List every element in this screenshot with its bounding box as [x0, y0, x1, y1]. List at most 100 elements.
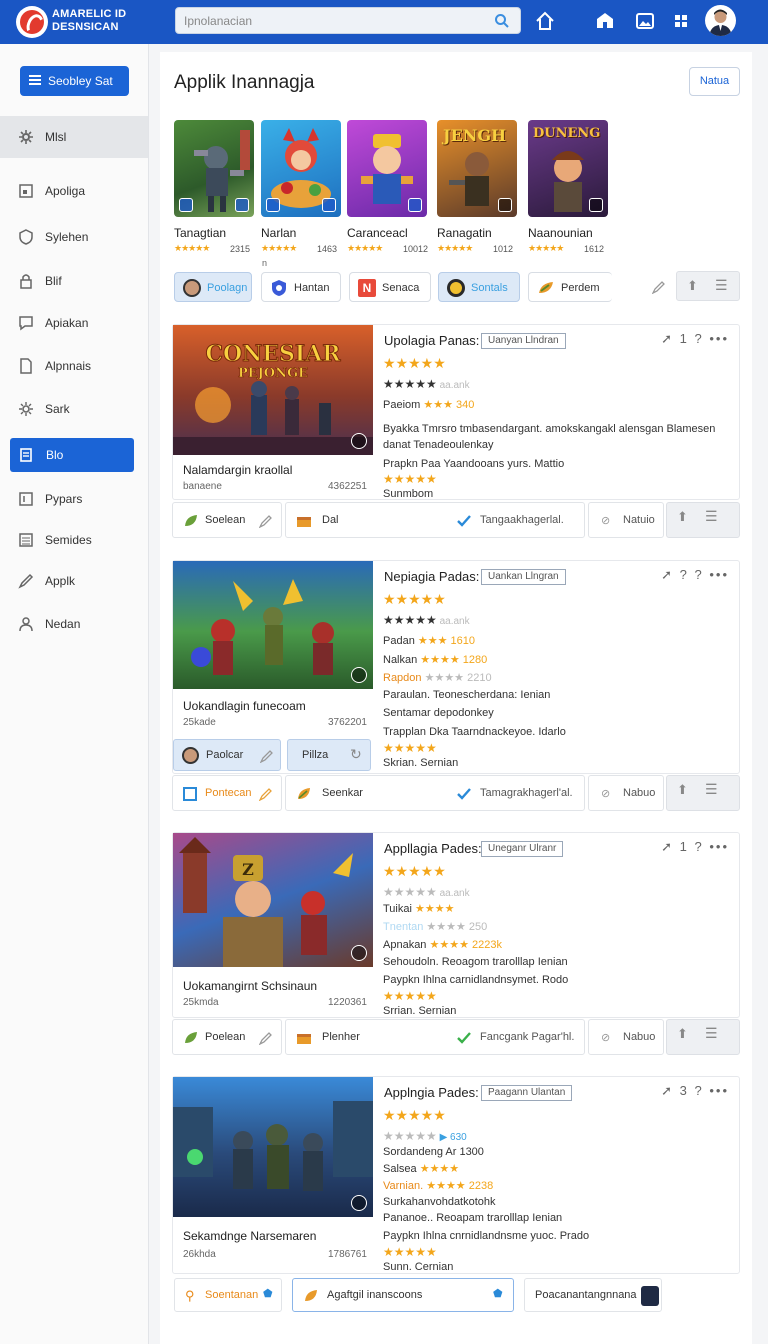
- card-footnote: Skrian. Sernian: [383, 757, 459, 769]
- play-icon[interactable]: [351, 433, 367, 449]
- featured-thumbnail[interactable]: [174, 120, 254, 217]
- sidebar-item-nedan[interactable]: Nedan: [0, 603, 148, 645]
- pencil-icon[interactable]: [259, 787, 273, 801]
- chip-senaca[interactable]: N Senaca: [349, 272, 431, 302]
- grid-icon[interactable]: [670, 10, 692, 32]
- card-actions[interactable]: ➚ 3 ? •••: [661, 1083, 729, 1099]
- app-card[interactable]: Uokandlagin funecoam 25kade 3762201 Paol…: [172, 560, 740, 774]
- card-line: ★★★★★ aa.ank: [383, 613, 470, 627]
- sidebar-item-alpnnais[interactable]: Alpnnais: [0, 345, 148, 387]
- sidebar-item-label: Sylehen: [45, 230, 89, 244]
- card-tag[interactable]: Uanyan Llndran: [481, 333, 566, 349]
- search-input[interactable]: Ipnolanacian: [175, 7, 521, 34]
- sidebar-item-blo[interactable]: Blo: [10, 438, 134, 472]
- card-description: Paypkn Ihlna cnrnidlandnsme yuoc. Prado: [383, 1230, 590, 1242]
- sidebar-item-pypars[interactable]: Pypars: [0, 478, 148, 520]
- search-icon: ⚲: [185, 1288, 195, 1303]
- chip-perdem[interactable]: Perdem: [528, 272, 612, 302]
- featured-app[interactable]: Tanagtian ★★★★★ 2315: [174, 120, 254, 254]
- action-nabuo[interactable]: ⊘ Nabuo: [588, 775, 664, 811]
- card-actions[interactable]: ➚ ? ? •••: [661, 567, 729, 583]
- pencil-icon[interactable]: [259, 514, 273, 528]
- action-poelean[interactable]: Poelean: [172, 1019, 282, 1055]
- action-plenher[interactable]: Plenher Fancgank Pagar'hl.: [285, 1019, 585, 1055]
- sidebar-item-sark[interactable]: Sark: [0, 388, 148, 430]
- card-line-text: ★★★★ 250: [426, 921, 488, 933]
- sidebar-item-mlsl[interactable]: Mlsl: [0, 116, 148, 158]
- store-icon[interactable]: [594, 10, 616, 32]
- action-poacanan[interactable]: Poacanantangnnana: [524, 1278, 662, 1312]
- card-rating: ★★★★★: [383, 863, 446, 879]
- card-line: Salsea ★★★★: [383, 1162, 459, 1175]
- chip-pillza[interactable]: Pillza ↻: [287, 739, 371, 771]
- app-card[interactable]: CONESIAR PEJONGE Nalamdargin kraollal ban…: [172, 324, 740, 500]
- search-icon[interactable]: [494, 13, 510, 29]
- chip-sontals[interactable]: Sontals: [438, 272, 520, 302]
- play-icon[interactable]: [351, 667, 367, 683]
- card-options-buttons[interactable]: [666, 502, 740, 538]
- card-line: Rapdon ★★★★ 2210: [383, 671, 492, 684]
- action-text: Fancgank Pagar'hl.: [480, 1031, 575, 1043]
- featured-thumbnail[interactable]: [347, 120, 427, 217]
- card-actions[interactable]: ➚ 1 ? •••: [661, 331, 729, 347]
- featured-thumbnail[interactable]: DUNENG: [528, 120, 608, 217]
- chip-poolagn[interactable]: Poolagn: [174, 272, 252, 302]
- action-pontecan[interactable]: Pontecan: [172, 775, 282, 811]
- featured-app[interactable]: Caranceacl ★★★★★ 10012: [347, 120, 428, 254]
- sidebar-item-sylehen[interactable]: Sylehen: [0, 216, 148, 258]
- sidebar-item-blif[interactable]: Blif: [0, 260, 148, 302]
- app-card[interactable]: Sekamdnge Narsemaren 26khda 1786761 Appl…: [172, 1076, 740, 1274]
- card-image[interactable]: [173, 1077, 373, 1217]
- avatar[interactable]: [705, 5, 736, 36]
- top-action-button[interactable]: Natua: [689, 67, 740, 96]
- card-tag[interactable]: Paagann Ulantan: [481, 1085, 573, 1101]
- home-icon[interactable]: [534, 10, 556, 32]
- refresh-icon[interactable]: ↻: [350, 746, 362, 763]
- pencil-icon[interactable]: [260, 749, 274, 763]
- app-logo[interactable]: [16, 6, 48, 38]
- action-dal[interactable]: Dal Tangaakhagerlal.: [285, 502, 585, 538]
- action-seenkar[interactable]: Seenkar Tamagrakhagerl'al.: [285, 775, 585, 811]
- lock-icon: [20, 274, 32, 289]
- card-line-prefix: Varnian.: [383, 1180, 427, 1192]
- card-line-text: ★★★★ 2238: [426, 1180, 494, 1192]
- card-tag[interactable]: Uneganr Ulranr: [481, 841, 564, 857]
- action-soentanan[interactable]: ⚲ Soentanan ⬟: [174, 1278, 282, 1312]
- play-icon[interactable]: [351, 945, 367, 961]
- chip-paolcar[interactable]: Paolcar: [173, 739, 281, 771]
- pencil-icon[interactable]: [652, 280, 666, 294]
- card-actions[interactable]: ➚ 1 ? •••: [661, 839, 729, 855]
- card-image[interactable]: Z: [173, 833, 373, 967]
- featured-app[interactable]: DUNENG Naanounian ★★★★★ 1612: [528, 120, 608, 254]
- card-line-text: aa.ank: [436, 888, 470, 899]
- action-soelean[interactable]: Soelean: [172, 502, 282, 538]
- play-icon[interactable]: [351, 1195, 367, 1211]
- card-options-buttons[interactable]: [666, 1019, 740, 1055]
- card-line-text: ★★★★: [415, 903, 455, 915]
- card-options-buttons[interactable]: [666, 775, 740, 811]
- sidebar-item-apoliga[interactable]: Apoliga: [0, 170, 148, 212]
- card-tag[interactable]: Uankan Llngran: [481, 569, 566, 585]
- featured-app[interactable]: Narlan ★★★★★ 1463: [261, 120, 341, 254]
- platform-badge: [408, 198, 422, 212]
- featured-thumbnail[interactable]: JENGH: [437, 120, 517, 217]
- coin-icon: [447, 279, 465, 297]
- sidebar-item-semides[interactable]: Semides: [0, 519, 148, 561]
- featured-app[interactable]: JENGH Ranagatin ★★★★★ 1012: [437, 120, 517, 254]
- action-nabuo[interactable]: ⊘ Nabuo: [588, 1019, 664, 1055]
- action-agaftgil[interactable]: Agaftgil inanscoons ⬟: [292, 1278, 514, 1312]
- app-card[interactable]: Z Uokamangirnt Schsinaun 25kmda 1220361 …: [172, 832, 740, 1018]
- chip-hantan[interactable]: Hantan: [261, 272, 341, 302]
- action-natuio[interactable]: ⊘ Natuio: [588, 502, 664, 538]
- image-icon[interactable]: [634, 10, 656, 32]
- card-image[interactable]: CONESIAR PEJONGE: [173, 325, 373, 455]
- sidebar-item-apiakan[interactable]: Apiakan: [0, 302, 148, 344]
- featured-thumbnail[interactable]: [261, 120, 341, 217]
- sidebar-primary-button[interactable]: Seobley Sat: [20, 66, 129, 96]
- card-line: Padan ★★★ 1610: [383, 634, 475, 647]
- pencil-icon[interactable]: [259, 1031, 273, 1045]
- card-image[interactable]: [173, 561, 373, 689]
- view-toggle-buttons[interactable]: [676, 271, 740, 301]
- leaf-icon: [185, 515, 197, 526]
- sidebar-item-applk[interactable]: Applk: [0, 560, 148, 602]
